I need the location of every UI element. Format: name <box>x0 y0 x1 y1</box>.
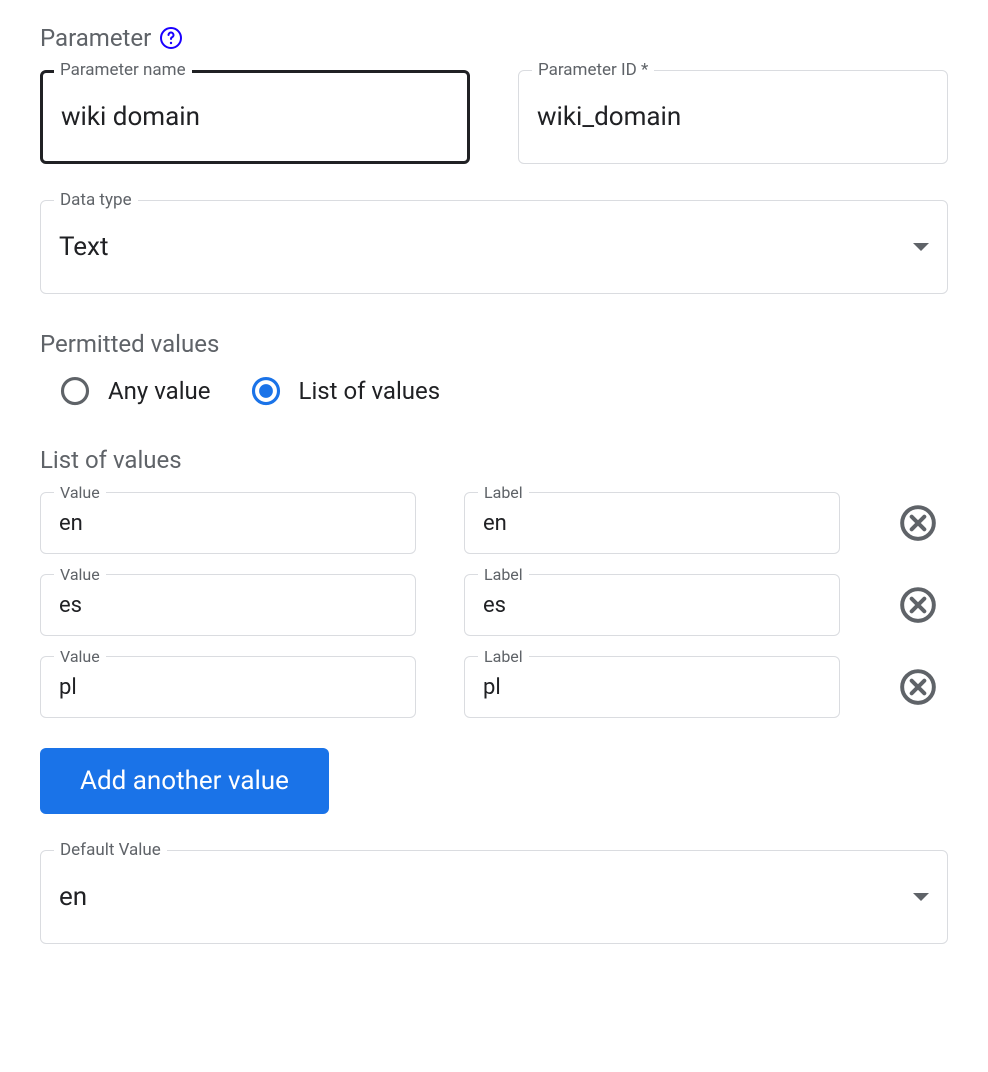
default-value-label: Default Value <box>54 840 167 860</box>
label-field: Label <box>464 492 840 554</box>
caret-down-icon <box>913 243 929 251</box>
data-type-select[interactable]: Text <box>40 200 948 294</box>
caret-down-icon <box>913 893 929 901</box>
remove-row-icon[interactable] <box>899 586 937 624</box>
add-value-button[interactable]: Add another value <box>40 748 329 814</box>
radio-any-label: Any value <box>108 377 211 405</box>
value-field: Value <box>40 492 416 554</box>
parameter-name-label: Parameter name <box>54 60 192 80</box>
label-field: Label <box>464 574 840 636</box>
permitted-values-title: Permitted values <box>40 330 948 358</box>
parameter-name-field: Parameter name <box>40 70 470 164</box>
value-label: Value <box>54 565 106 584</box>
default-value-text: en <box>59 882 87 912</box>
parameter-title-text: Parameter <box>40 24 151 52</box>
radio-unchecked-icon <box>60 376 90 406</box>
value-field: Value <box>40 574 416 636</box>
label-label: Label <box>478 483 529 502</box>
list-of-values-title: List of values <box>40 446 948 474</box>
data-type-value: Text <box>59 232 108 262</box>
radio-list-values[interactable]: List of values <box>251 376 441 406</box>
parameter-id-field: Parameter ID * <box>518 70 948 164</box>
remove-row-icon[interactable] <box>899 504 937 542</box>
label-field: Label <box>464 656 840 718</box>
radio-checked-icon <box>251 376 281 406</box>
label-label: Label <box>478 647 529 666</box>
value-field: Value <box>40 656 416 718</box>
radio-list-label: List of values <box>299 377 441 405</box>
radio-any-value[interactable]: Any value <box>60 376 211 406</box>
parameter-name-input[interactable] <box>40 70 470 164</box>
default-value-select[interactable]: en <box>40 850 948 944</box>
parameter-id-input[interactable] <box>518 70 948 164</box>
data-type-label: Data type <box>54 190 138 210</box>
label-label: Label <box>478 565 529 584</box>
value-label: Value <box>54 647 106 666</box>
help-icon[interactable] <box>159 26 183 50</box>
default-value-field: Default Value en <box>40 850 948 944</box>
data-type-field: Data type Text <box>40 200 948 294</box>
parameter-id-label: Parameter ID * <box>532 60 654 80</box>
remove-row-icon[interactable] <box>899 668 937 706</box>
value-label: Value <box>54 483 106 502</box>
parameter-section-title: Parameter <box>40 24 948 52</box>
value-list-grid: Value Label Value Label Value Label <box>40 492 948 718</box>
